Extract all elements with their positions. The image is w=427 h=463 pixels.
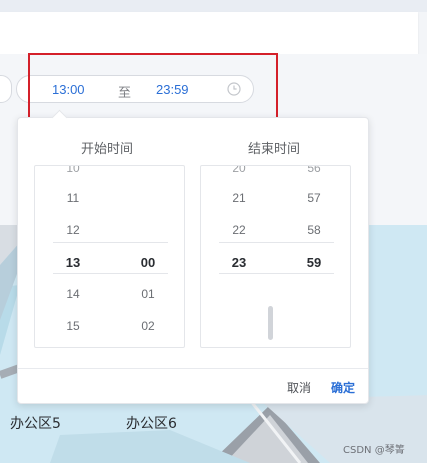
selection-line-bottom	[53, 273, 168, 274]
top-strip	[0, 0, 427, 12]
hour-option-selected[interactable]: 23	[214, 255, 264, 270]
hour-option[interactable]: 11	[48, 191, 98, 205]
map-label-office-6: 办公区6	[126, 416, 177, 432]
cancel-button[interactable]: 取消	[287, 379, 311, 396]
selection-line-top	[53, 242, 168, 243]
hour-option[interactable]: 20	[214, 166, 264, 175]
end-time-spinner[interactable]: 20 21 22 23 56 57 58 59	[200, 165, 351, 348]
start-time-title: 开始时间	[81, 142, 134, 157]
highlight-annotation	[28, 53, 278, 123]
screen: 13:00 至 23:59 开始时间 结束时间 10 11 12 13 14 1…	[0, 0, 427, 463]
hour-option[interactable]: 22	[214, 223, 264, 237]
time-range-popup: 开始时间 结束时间 10 11 12 13 14 15 00 01 02 20 …	[17, 109, 369, 404]
header-card	[0, 12, 418, 54]
end-time-title: 结束时间	[248, 142, 301, 157]
scrollbar-thumb[interactable]	[268, 306, 273, 340]
confirm-button[interactable]: 确定	[331, 379, 355, 396]
hour-option[interactable]: 10	[48, 166, 98, 175]
hour-option[interactable]: 21	[214, 191, 264, 205]
minute-option[interactable]: 58	[289, 223, 339, 237]
start-time-spinner[interactable]: 10 11 12 13 14 15 00 01 02	[34, 165, 185, 348]
selection-line-top	[219, 242, 334, 243]
hour-option[interactable]: 15	[48, 319, 98, 333]
hour-option-selected[interactable]: 13	[48, 255, 98, 270]
hour-option[interactable]: 14	[48, 287, 98, 301]
minute-option-selected[interactable]: 59	[289, 255, 339, 270]
minute-option[interactable]: 56	[289, 166, 339, 175]
minute-option-selected[interactable]: 00	[123, 255, 173, 270]
minute-option[interactable]: 57	[289, 191, 339, 205]
selection-line-bottom	[219, 273, 334, 274]
minute-option[interactable]: 01	[123, 287, 173, 301]
map-label-office-5: 办公区5	[10, 416, 61, 432]
hour-option[interactable]: 12	[48, 223, 98, 237]
watermark: CSDN @琴箐	[343, 445, 405, 456]
minute-option[interactable]: 02	[123, 319, 173, 333]
popup-footer-divider	[18, 368, 368, 369]
